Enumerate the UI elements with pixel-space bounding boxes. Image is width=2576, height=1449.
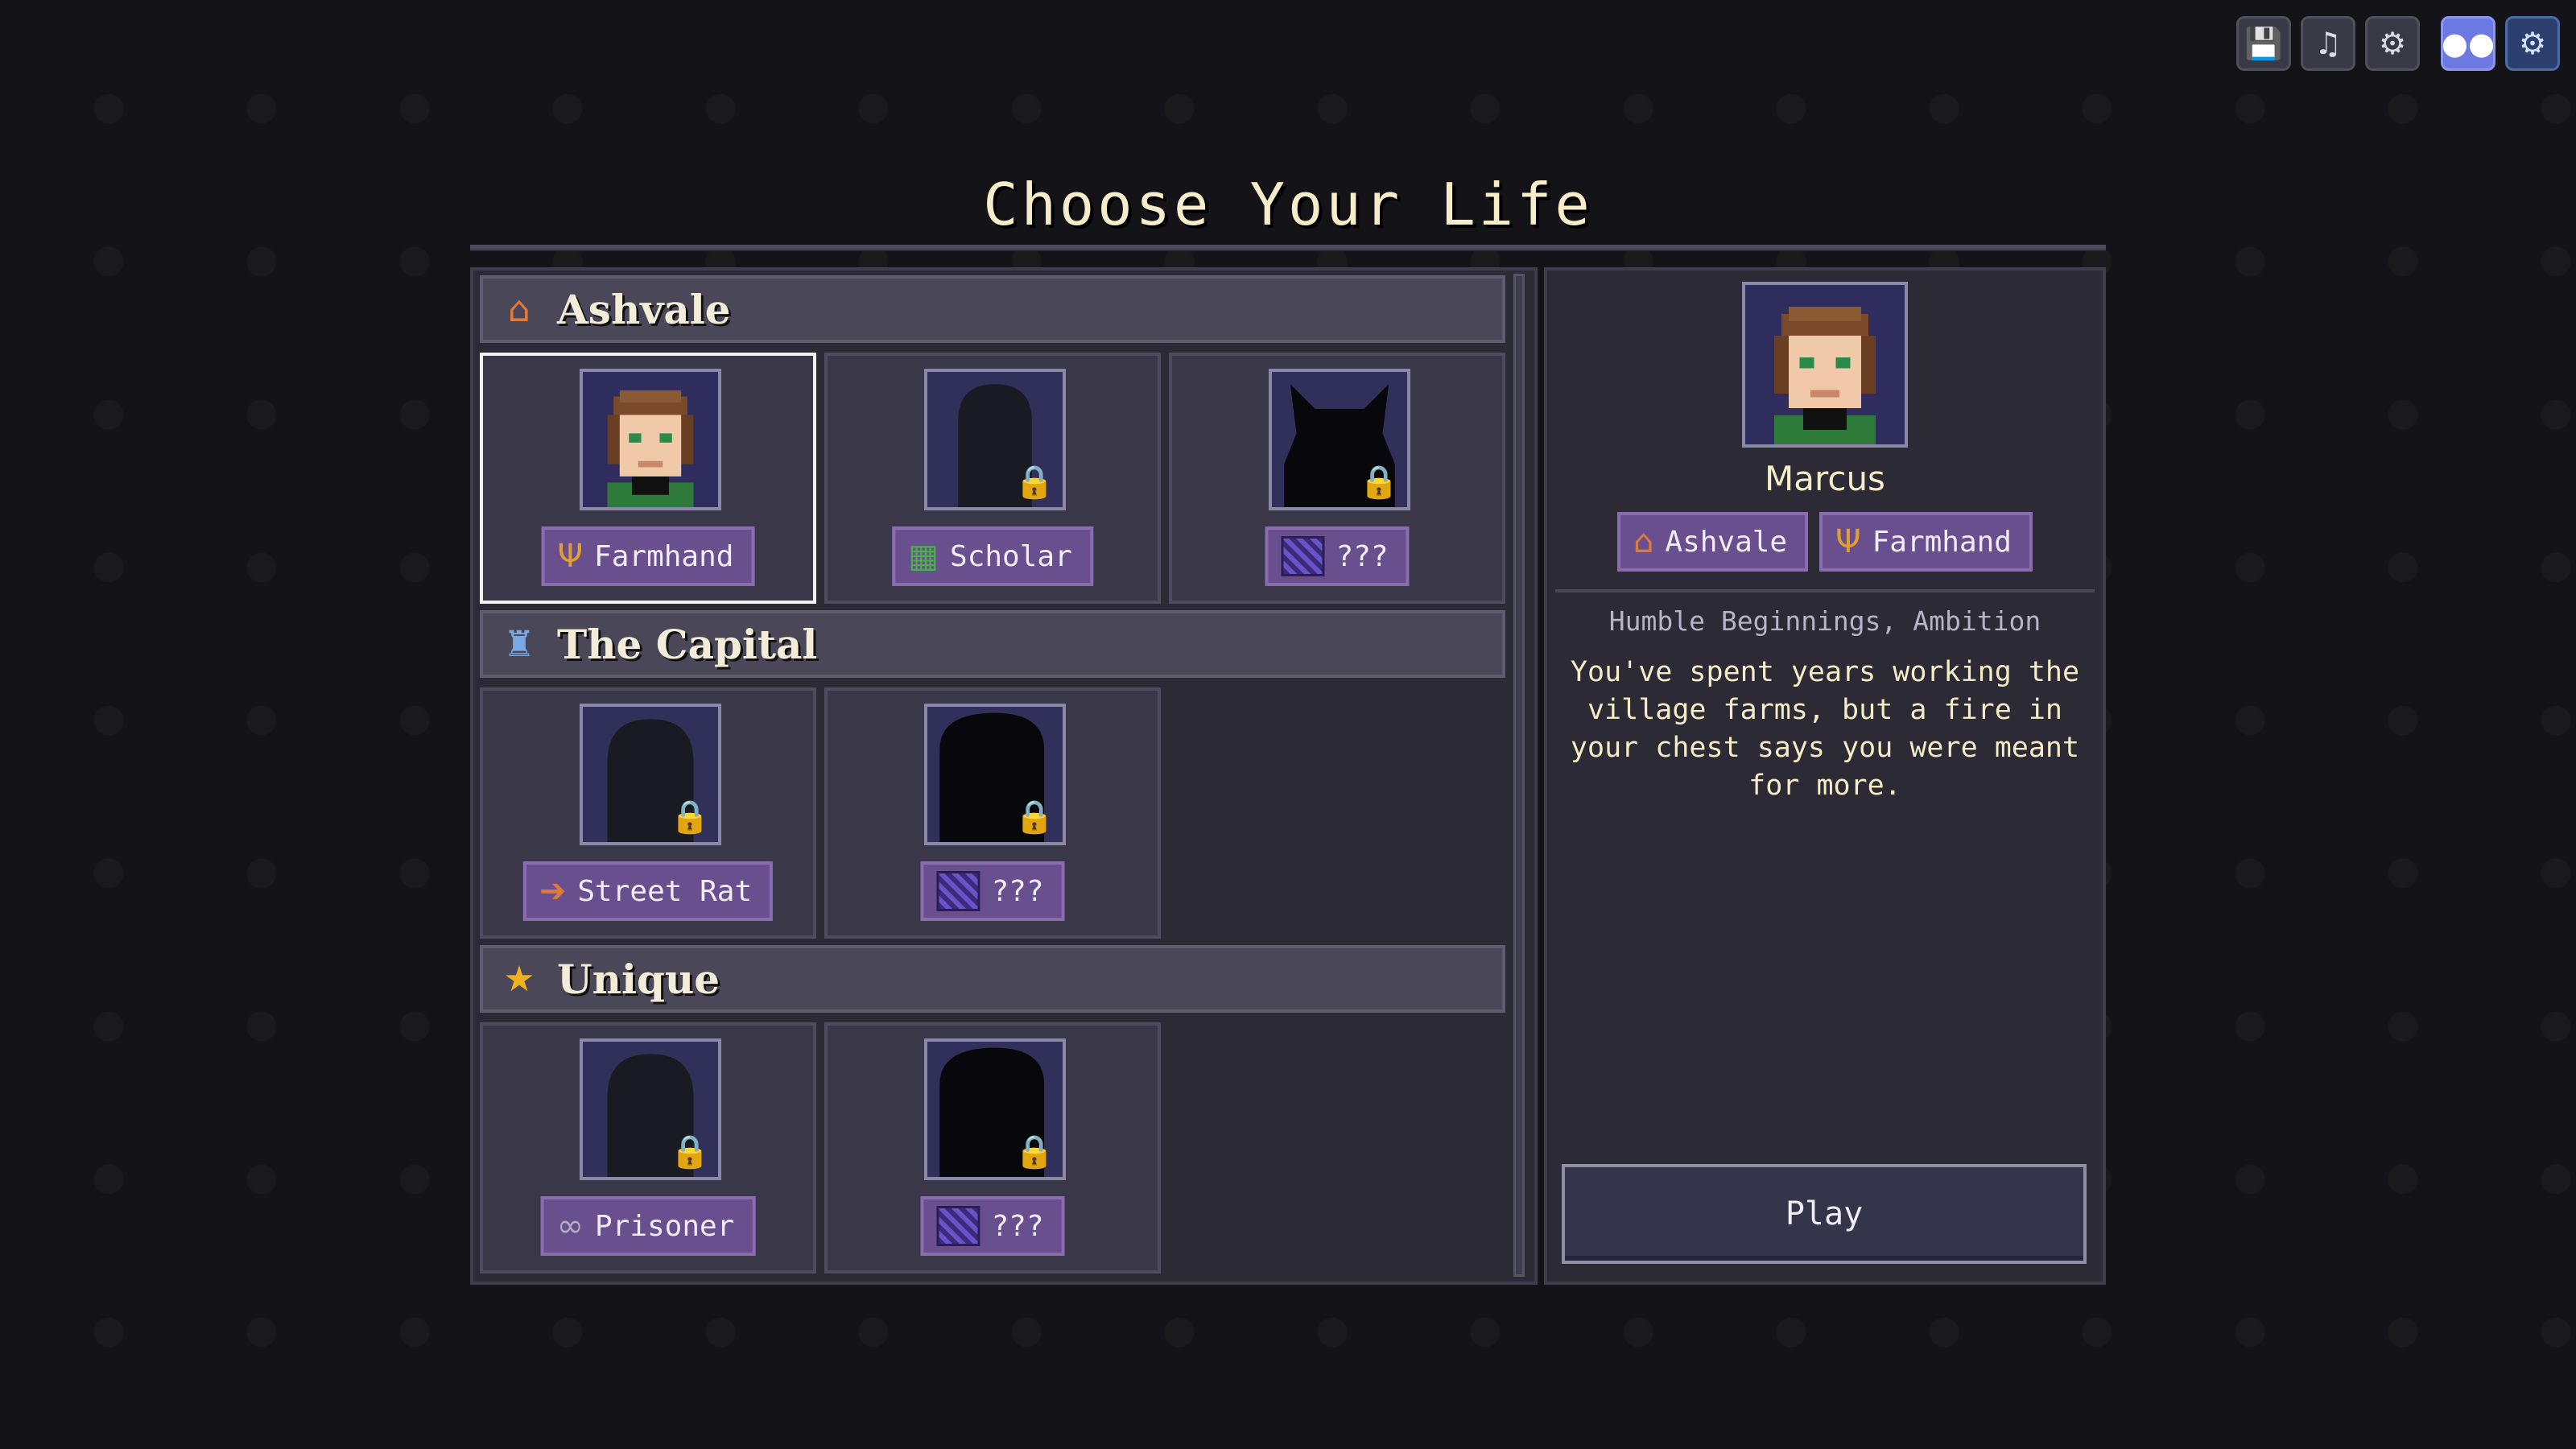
mystery-portrait: 🔒 (924, 1038, 1066, 1180)
section-label: Unique (557, 955, 720, 1003)
save-button[interactable]: 💾 (2236, 16, 2291, 71)
castle-icon: ♜ (503, 623, 535, 665)
character-tags: ⌂ Ashvale Ψ Farmhand (1544, 512, 2106, 572)
lock-icon: 🔒 (1014, 464, 1055, 501)
house-icon: ⌂ (508, 288, 530, 330)
discord-button[interactable]: ●● (2441, 16, 2496, 71)
dagger-icon: ➔ (539, 873, 567, 910)
settings-icon: ⚙ (2378, 26, 2407, 61)
scrollbar[interactable] (1513, 274, 1525, 1277)
detail-divider (1555, 589, 2095, 592)
star-icon: ★ (503, 958, 535, 1000)
life-tag-mystery: ??? (920, 861, 1065, 921)
section-label: The Capital (557, 620, 818, 668)
life-card-mystery-2[interactable]: 🔒 ??? (824, 687, 1161, 939)
steam-button[interactable]: ⚙ (2505, 16, 2560, 71)
play-button[interactable]: Play (1562, 1164, 2087, 1264)
mystery-icon (936, 1206, 980, 1246)
save-icon: 💾 (2244, 25, 2283, 61)
music-button[interactable]: ♫ (2301, 16, 2355, 71)
tag-label: ??? (991, 1209, 1044, 1243)
settings-button[interactable]: ⚙ (2365, 16, 2420, 71)
prisoner-portrait: 🔒 (580, 1038, 721, 1180)
mystery-icon (1281, 536, 1325, 576)
character-name: Marcus (1765, 459, 1885, 498)
life-card-street-rat[interactable]: 🔒 ➔ Street Rat (480, 687, 816, 939)
character-portrait (1742, 282, 1908, 448)
house-icon: ⌂ (1633, 523, 1654, 560)
life-card-prisoner[interactable]: 🔒 ∞ Prisoner (480, 1022, 816, 1274)
section-header-ashvale: ⌂ Ashvale (480, 275, 1505, 343)
scholar-portrait: 🔒 (924, 369, 1066, 510)
origin-tag: ⌂ Ashvale (1617, 512, 1809, 572)
section-header-unique: ★ Unique (480, 945, 1505, 1013)
lock-icon: 🔒 (1014, 1133, 1055, 1170)
book-icon: ▦ (908, 538, 939, 575)
section-label: Ashvale (557, 285, 731, 333)
mystery-icon (936, 871, 980, 911)
lock-icon: 🔒 (1014, 799, 1055, 836)
top-toolbar: 💾 ♫ ⚙ ●● ⚙ (2236, 16, 2560, 71)
tag-label: Scholar (950, 539, 1072, 573)
mystery-portrait: 🔒 (1269, 369, 1410, 510)
role-tag: Ψ Farmhand (1819, 512, 2033, 572)
section-header-capital: ♜ The Capital (480, 610, 1505, 678)
tag-label: Ashvale (1665, 525, 1788, 559)
steam-icon: ⚙ (2518, 26, 2547, 61)
street-rat-portrait: 🔒 (580, 704, 721, 845)
pitchfork-icon: Ψ (557, 538, 584, 575)
chain-icon: ∞ (556, 1208, 584, 1245)
life-tag-farmhand: Ψ Farmhand (541, 526, 755, 586)
life-tag-mystery: ??? (1265, 526, 1410, 586)
life-card-mystery-3[interactable]: 🔒 ??? (824, 1022, 1161, 1274)
tag-label: Farmhand (1872, 525, 2012, 559)
life-tag-prisoner: ∞ Prisoner (540, 1196, 756, 1256)
pitchfork-icon: Ψ (1835, 523, 1861, 560)
life-tag-scholar: ▦ Scholar (892, 526, 1093, 586)
discord-icon: ●● (2441, 26, 2496, 61)
character-description: You've spent years working the village f… (1570, 656, 2080, 802)
life-tag-mystery: ??? (920, 1196, 1065, 1256)
character-traits: Humble Beginnings, Ambition (1608, 605, 2041, 637)
life-card-scholar[interactable]: 🔒 ▦ Scholar (824, 353, 1161, 604)
life-card-mystery-1[interactable]: 🔒 ??? (1169, 353, 1505, 604)
lock-icon: 🔒 (670, 799, 710, 836)
music-icon: ♫ (2314, 26, 2343, 61)
life-card-farmhand[interactable]: Ψ Farmhand (480, 353, 816, 604)
lock-icon: 🔒 (670, 1133, 710, 1170)
tag-label: ??? (991, 874, 1044, 908)
page-title: Choose Your Life (983, 171, 1593, 238)
tag-label: Prisoner (594, 1209, 735, 1243)
marcus-face (1745, 285, 1905, 444)
farmhand-face (583, 372, 718, 507)
mystery-portrait: 🔒 (924, 704, 1066, 845)
title-divider (470, 245, 2106, 251)
tag-label: Farmhand (594, 539, 734, 573)
farmhand-portrait (580, 369, 721, 510)
life-tag-street-rat: ➔ Street Rat (522, 861, 774, 921)
tag-label: Street Rat (577, 874, 753, 908)
tag-label: ??? (1335, 539, 1389, 573)
lock-icon: 🔒 (1359, 464, 1399, 501)
